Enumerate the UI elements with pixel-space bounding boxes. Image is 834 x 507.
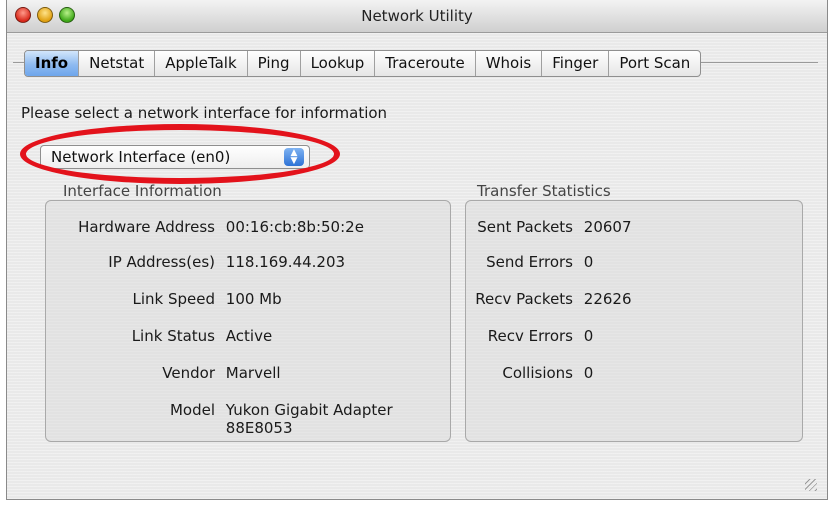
model-row: Model Yukon Gigabit Adapter 88E8053 xyxy=(47,401,393,437)
tab-lookup[interactable]: Lookup xyxy=(301,51,376,76)
recv-packets-value: 22626 xyxy=(583,290,632,308)
vendor-row: Vendor Marvell xyxy=(47,364,281,382)
tab-bar: Info Netstat AppleTalk Ping Lookup Trace… xyxy=(24,50,702,77)
resize-grip-icon[interactable] xyxy=(805,479,817,491)
vendor-value: Marvell xyxy=(225,364,281,382)
transfer-statistics-title: Transfer Statistics xyxy=(477,182,611,200)
updown-arrows-icon: ▲ ▼ xyxy=(284,148,304,166)
tab-whois[interactable]: Whois xyxy=(476,51,543,76)
vendor-label: Vendor xyxy=(162,364,215,382)
model-value: Yukon Gigabit Adapter 88E8053 xyxy=(226,401,393,437)
tab-netstat[interactable]: Netstat xyxy=(79,51,156,76)
hardware-address-row: Hardware Address 00:16:cb:8b:50:2e xyxy=(47,218,364,236)
selected-interface-value: Network Interface (en0) xyxy=(51,148,231,166)
recv-errors-label: Recv Errors xyxy=(487,327,573,345)
network-utility-window: Network Utility Info Netstat AppleTalk P… xyxy=(6,0,828,500)
sent-packets-row: Sent Packets 20607 xyxy=(467,218,632,236)
recv-errors-value: 0 xyxy=(583,327,594,345)
sent-packets-value: 20607 xyxy=(583,218,632,236)
link-status-value: Active xyxy=(225,327,273,345)
collisions-row: Collisions 0 xyxy=(467,364,593,382)
network-interface-select[interactable]: Network Interface (en0) ▲ ▼ xyxy=(40,145,310,169)
title-bar[interactable]: Network Utility xyxy=(7,0,827,33)
ip-address-label: IP Address(es) xyxy=(108,253,215,271)
link-speed-row: Link Speed 100 Mb xyxy=(47,290,282,308)
collisions-label: Collisions xyxy=(502,364,573,382)
hardware-address-label: Hardware Address xyxy=(78,218,215,236)
tab-ping[interactable]: Ping xyxy=(248,51,301,76)
interface-prompt: Please select a network interface for in… xyxy=(21,104,388,122)
tab-appletalk[interactable]: AppleTalk xyxy=(155,51,248,76)
model-value-line2: 88E8053 xyxy=(225,419,293,437)
ip-address-row: IP Address(es) 118.169.44.203 xyxy=(47,253,345,271)
link-status-row: Link Status Active xyxy=(47,327,272,345)
ip-address-value: 118.169.44.203 xyxy=(225,253,346,271)
hardware-address-value: 00:16:cb:8b:50:2e xyxy=(225,218,364,236)
recv-packets-row: Recv Packets 22626 xyxy=(467,290,632,308)
collisions-value: 0 xyxy=(583,364,594,382)
interface-information-title: Interface Information xyxy=(63,182,222,200)
window-title: Network Utility xyxy=(361,7,473,25)
link-speed-label: Link Speed xyxy=(132,290,215,308)
send-errors-row: Send Errors 0 xyxy=(467,253,593,271)
sent-packets-label: Sent Packets xyxy=(477,218,573,236)
tab-port-scan[interactable]: Port Scan xyxy=(609,51,700,76)
recv-packets-label: Recv Packets xyxy=(475,290,573,308)
tab-info[interactable]: Info xyxy=(25,51,80,76)
tab-traceroute[interactable]: Traceroute xyxy=(375,51,476,76)
link-speed-value: 100 Mb xyxy=(225,290,282,308)
tab-finger[interactable]: Finger xyxy=(542,51,610,76)
recv-errors-row: Recv Errors 0 xyxy=(467,327,594,345)
link-status-label: Link Status xyxy=(131,327,215,345)
send-errors-label: Send Errors xyxy=(486,253,573,271)
transfer-statistics-panel xyxy=(465,200,803,442)
model-value-line1: Yukon Gigabit Adapter xyxy=(225,401,393,419)
model-label: Model xyxy=(169,401,215,419)
send-errors-value: 0 xyxy=(583,253,594,271)
